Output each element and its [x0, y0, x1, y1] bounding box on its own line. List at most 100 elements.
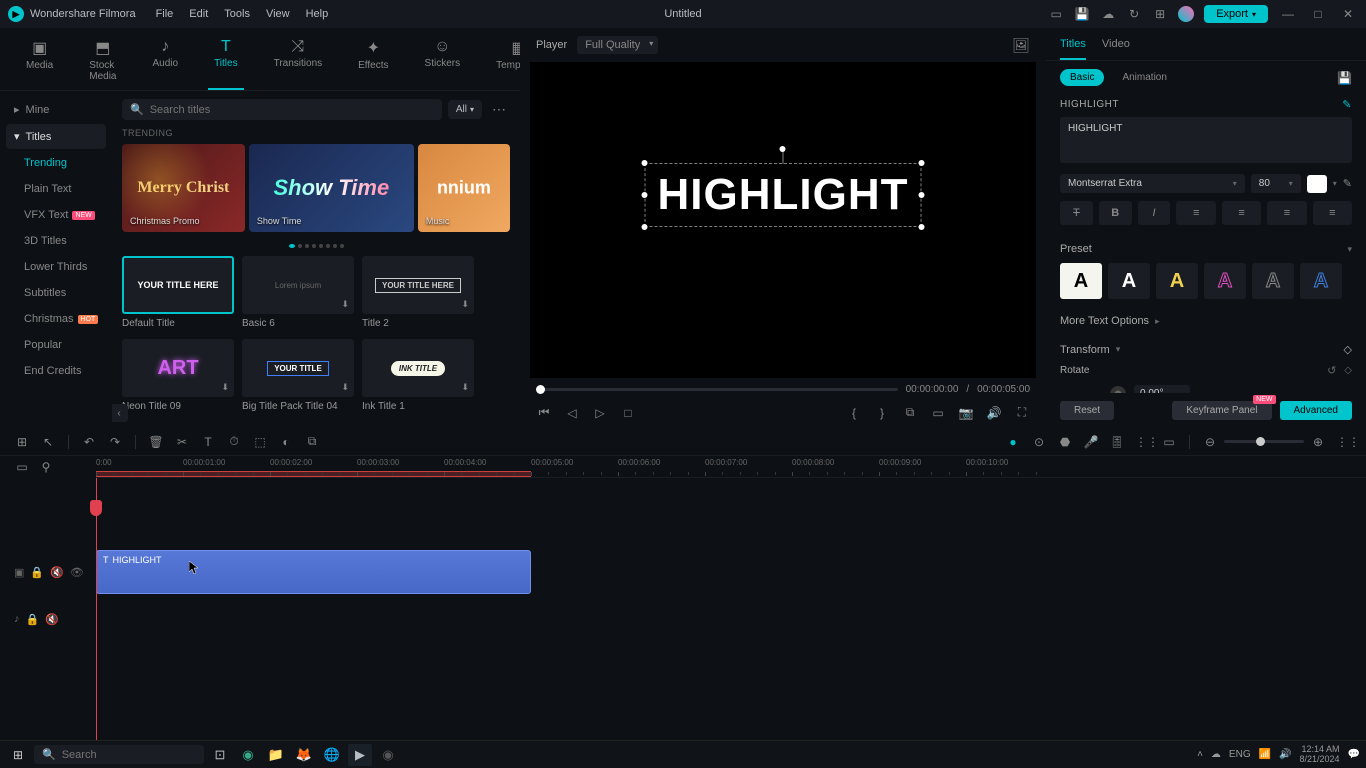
text-icon[interactable]: T — [200, 435, 216, 449]
sidebar-item-subtitles[interactable]: Subtitles — [6, 281, 106, 305]
render-icon[interactable]: ● — [1005, 435, 1021, 449]
redo-icon[interactable]: ↷ — [107, 435, 123, 449]
save-icon[interactable]: 💾 — [1074, 6, 1090, 22]
tray-clock[interactable]: 12:14 AM 8/21/2024 — [1300, 745, 1340, 765]
align-center-button[interactable]: ≡ — [1222, 201, 1261, 225]
minimize-button[interactable]: — — [1278, 7, 1298, 21]
audio-stretch-icon[interactable]: ⋮⋮ — [1135, 435, 1151, 449]
preset-1[interactable]: A — [1060, 263, 1102, 299]
tray-wifi-icon[interactable]: 📶 — [1259, 749, 1271, 760]
scrub-handle[interactable] — [536, 385, 545, 394]
zoom-in-icon[interactable]: ⊕ — [1310, 435, 1326, 449]
rotate-keyframe-icon[interactable]: ◇ — [1344, 365, 1352, 376]
audio-mixer-icon[interactable]: 🎚 — [1109, 435, 1125, 449]
taskbar-search[interactable]: 🔍 — [34, 745, 204, 764]
tab-transitions[interactable]: ⤨Transitions — [268, 34, 329, 90]
snapshot-icon[interactable]: ▭ — [1161, 435, 1177, 449]
resize-handle-mr[interactable] — [918, 192, 924, 198]
taskbar-app-filmora[interactable]: ▶ — [348, 744, 372, 766]
track-mute-icon[interactable]: 🔇 — [50, 566, 64, 579]
menu-file[interactable]: File — [156, 8, 174, 20]
save-preset-icon[interactable]: 💾 — [1337, 71, 1352, 85]
title-card-neon09[interactable]: ART⬇ Neon Title 09 — [122, 339, 234, 412]
search-input[interactable] — [150, 104, 434, 116]
camera-icon[interactable]: 📷 — [958, 406, 974, 420]
download-icon[interactable]: ⬇ — [461, 382, 469, 393]
taskbar-app-chrome[interactable]: 🌐 — [320, 744, 344, 766]
tab-stock-media[interactable]: ⬒Stock Media — [83, 34, 122, 90]
sidebar-item-3d-titles[interactable]: 3D Titles — [6, 229, 106, 253]
title-card-basic6[interactable]: Lorem ipsum⬇ Basic 6 — [242, 256, 354, 329]
track-header-icon[interactable]: ▭ — [14, 460, 30, 474]
taskbar-app-explorer[interactable]: 📁 — [264, 744, 288, 766]
preset-3[interactable]: A — [1156, 263, 1198, 299]
align-justify-button[interactable]: ≡ — [1313, 201, 1352, 225]
align-left-button[interactable]: ≡ — [1176, 201, 1215, 225]
resize-handle-bl[interactable] — [642, 224, 648, 230]
taskbar-app-firefox[interactable]: 🦊 — [292, 744, 316, 766]
tray-volume-icon[interactable]: 🔊 — [1279, 749, 1291, 760]
mark-out-icon[interactable]: } — [874, 406, 890, 420]
scrub-track[interactable] — [536, 388, 898, 391]
advanced-button[interactable]: Advanced — [1280, 401, 1352, 420]
tray-chevron-icon[interactable]: ˄ — [1197, 749, 1203, 760]
subtab-basic[interactable]: Basic — [1060, 69, 1104, 86]
preset-2[interactable]: A — [1108, 263, 1150, 299]
voiceover-icon[interactable]: 🎤 — [1083, 435, 1099, 449]
mark-in-icon[interactable]: { — [846, 406, 862, 420]
strikethrough-button[interactable]: T — [1060, 201, 1093, 225]
tab-effects[interactable]: ✦Effects — [352, 34, 394, 90]
sidebar-item-vfx-text[interactable]: VFX TextNEW — [6, 203, 106, 227]
resize-handle-tr[interactable] — [918, 160, 924, 166]
sidebar-item-christmas[interactable]: ChristmasHOT — [6, 307, 106, 331]
prev-frame-icon[interactable]: ⏮ — [536, 405, 552, 420]
group-icon[interactable]: ⧉ — [304, 434, 320, 449]
rotate-reset-icon[interactable]: ↺ — [1327, 364, 1336, 377]
tab-audio[interactable]: ♪Audio — [146, 34, 184, 90]
track-mute-icon[interactable]: 🔇 — [45, 613, 59, 626]
taskbar-app-obs[interactable]: ◉ — [376, 744, 400, 766]
title-card-default[interactable]: YOUR TITLE HERE Default Title — [122, 256, 234, 329]
rotate-value-input[interactable] — [1134, 385, 1190, 393]
text-color-swatch[interactable] — [1307, 175, 1327, 193]
timeline-options-icon[interactable]: ⋮⋮ — [1336, 435, 1352, 449]
resize-handle-br[interactable] — [918, 224, 924, 230]
playhead[interactable] — [96, 478, 97, 740]
timeline-tracks-area[interactable]: ▣ 🔒 🔇 👁 T HIGHLIGHT — [0, 478, 1366, 740]
carousel-dots[interactable] — [122, 244, 510, 248]
transform-section-header[interactable]: Transform▾◇ — [1060, 343, 1352, 356]
download-icon[interactable]: ⬇ — [461, 299, 469, 310]
download-icon[interactable]: ⬇ — [341, 299, 349, 310]
text-selection-box[interactable]: HIGHLIGHT — [645, 163, 922, 227]
volume-icon[interactable]: 🔊 — [986, 406, 1002, 420]
more-options-icon[interactable]: ⋯ — [488, 101, 510, 118]
stop-icon[interactable]: □ — [620, 406, 636, 420]
layout-icon[interactable]: ⊞ — [14, 435, 30, 449]
sidebar-item-end-credits[interactable]: End Credits — [6, 359, 106, 383]
apps-icon[interactable]: ⊞ — [1152, 6, 1168, 22]
sidebar-group-mine[interactable]: ▸Mine — [6, 97, 106, 122]
color-dropdown-icon[interactable]: ▾ — [1333, 179, 1337, 188]
task-view-icon[interactable]: ⊡ — [208, 744, 232, 766]
tab-titles[interactable]: TTitles — [208, 34, 244, 90]
download-icon[interactable]: ⬇ — [221, 382, 229, 393]
marker-icon[interactable]: ⬣ — [1057, 435, 1073, 449]
crop-icon[interactable]: ⬚ — [252, 435, 268, 449]
preset-4[interactable]: A — [1204, 263, 1246, 299]
select-icon[interactable]: ↖ — [40, 435, 56, 449]
rename-icon[interactable]: ✎ — [1342, 98, 1352, 111]
collapse-sidebar-button[interactable]: ‹ — [112, 404, 128, 422]
preset-6[interactable]: A — [1300, 263, 1342, 299]
reset-button[interactable]: Reset — [1060, 401, 1114, 420]
track-lock-icon[interactable]: 🔒 — [26, 613, 40, 626]
menu-tools[interactable]: Tools — [224, 8, 250, 20]
snapshot-icon[interactable]: 🖼 — [1012, 37, 1030, 54]
user-avatar[interactable] — [1178, 6, 1194, 22]
speed-icon[interactable]: ⏱ — [226, 434, 242, 449]
zoom-handle[interactable] — [1256, 437, 1265, 446]
fullscreen-icon[interactable]: ⛶ — [1014, 405, 1030, 420]
inspector-tab-video[interactable]: Video — [1102, 38, 1130, 60]
undo-icon[interactable]: ↶ — [81, 435, 97, 449]
font-size-dropdown[interactable]: 80 — [1251, 174, 1301, 193]
display-icon[interactable]: ▭ — [930, 406, 946, 420]
